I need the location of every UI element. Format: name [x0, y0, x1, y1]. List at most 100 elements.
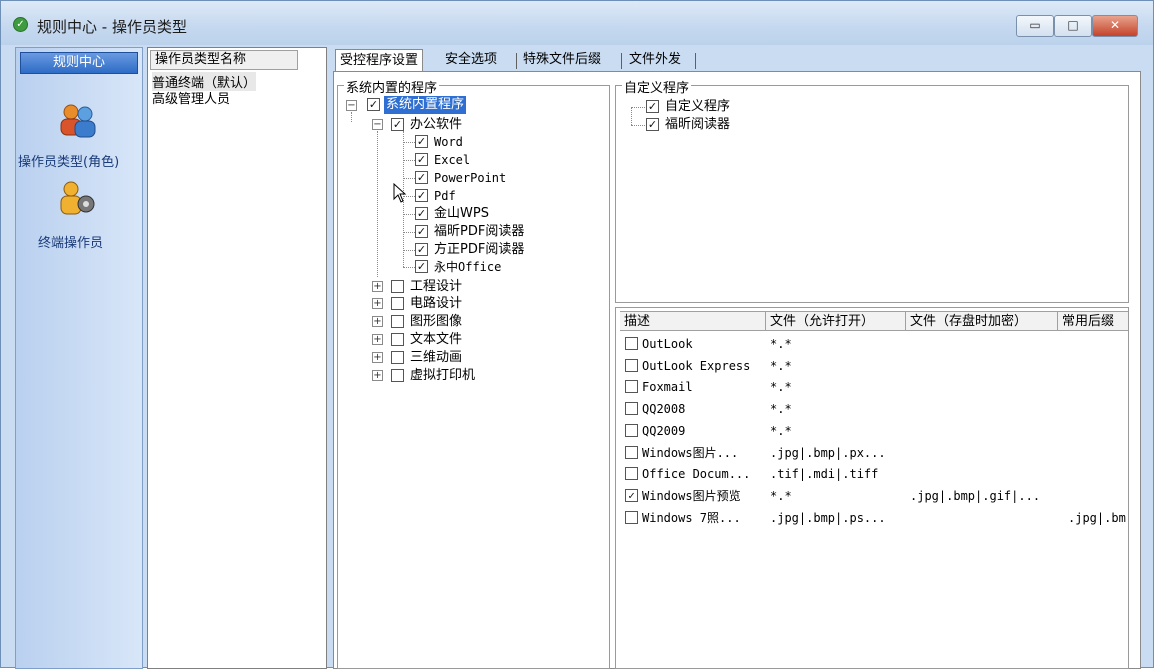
table-row[interactable]: Windows 7照... .jpg|.bmp|.ps... .jpg|.bm — [620, 508, 1128, 528]
tab-controlled-programs[interactable]: 受控程序设置 — [335, 49, 424, 73]
tree-line — [403, 160, 415, 161]
checkbox[interactable]: ✓ — [415, 135, 428, 148]
tree-node[interactable]: 图形图像 — [410, 313, 462, 331]
expand-icon[interactable]: + — [372, 352, 383, 363]
checkbox[interactable]: ✓ — [415, 243, 428, 256]
row-checkbox[interactable] — [625, 467, 638, 481]
operator-type-header[interactable]: 操作员类型名称 — [150, 50, 298, 70]
close-button[interactable]: ✕ — [1092, 15, 1138, 37]
tree-node[interactable]: 文本文件 — [410, 331, 462, 349]
table-row[interactable]: Foxmail *.* — [620, 377, 1128, 397]
checkbox[interactable]: ✓ — [415, 260, 428, 273]
table-row[interactable]: QQ2009 *.* — [620, 421, 1128, 441]
table-row[interactable]: QQ2008 *.* — [620, 399, 1128, 419]
expand-icon[interactable]: + — [372, 298, 383, 309]
nav-operator-types[interactable]: 操作员类型(角色) — [18, 151, 119, 170]
tree-node[interactable]: 三维动画 — [410, 349, 462, 367]
cell-desc: OutLook Express — [642, 358, 751, 373]
row-checkbox[interactable] — [625, 337, 638, 350]
cell-allow: .jpg|.bmp|.px... — [770, 445, 886, 460]
collapse-icon[interactable]: − — [346, 100, 357, 111]
table-row[interactable]: OutLook Express *.* — [620, 356, 1128, 376]
tree-line — [403, 142, 415, 143]
col-allow-header[interactable]: 文件（允许打开） — [766, 312, 906, 331]
tree-node[interactable]: 工程设计 — [410, 278, 462, 296]
checkbox[interactable]: ✓ — [415, 171, 428, 184]
checkbox[interactable]: ✓ — [391, 118, 404, 131]
cell-desc: QQ2008 — [642, 402, 686, 417]
tree-node[interactable]: 电路设计 — [410, 295, 462, 313]
row-checkbox[interactable] — [625, 402, 638, 416]
checkbox[interactable]: ✓ — [415, 153, 428, 166]
table-row[interactable]: OutLook *.* — [620, 334, 1128, 354]
minimize-button[interactable]: ▭ — [1016, 15, 1054, 37]
tab-security-options[interactable]: 安全选项 — [441, 49, 501, 73]
tree-leaf[interactable]: 永中Office — [434, 258, 501, 276]
tree-root-label[interactable]: 系统内置程序 — [384, 96, 467, 114]
table-row[interactable]: Office Docum... .tif|.mdi|.tiff — [620, 464, 1128, 484]
tab-special-suffix[interactable]: 特殊文件后缀 — [519, 49, 605, 73]
tree-leaf[interactable]: PowerPoint — [434, 169, 506, 187]
cell-allow: .jpg|.bmp|.ps... — [770, 510, 886, 525]
cell-allow: *.* — [770, 488, 792, 503]
tree-leaf[interactable]: 方正PDF阅读器 — [434, 241, 524, 259]
custom-root-node[interactable]: 自定义程序 — [665, 98, 730, 116]
builtin-programs-title: 系统内置的程序 — [344, 77, 440, 96]
checkbox[interactable] — [391, 315, 404, 328]
maximize-button[interactable]: □ — [1054, 15, 1092, 37]
custom-child-node[interactable]: 福昕阅读器 — [665, 116, 730, 134]
checkbox[interactable] — [391, 351, 404, 364]
tab-file-export[interactable]: 文件外发 — [625, 49, 685, 73]
users-icon[interactable] — [58, 102, 98, 140]
tree-line — [403, 214, 415, 215]
cell-desc: Windows图片... — [642, 445, 739, 460]
tree-leaf[interactable]: Excel — [434, 151, 470, 169]
app-window: ✓ 规则中心 - 操作员类型 ▭ □ ✕ 规则中心 操作员类型(角色) 终端操作 — [0, 0, 1154, 669]
checkbox[interactable]: ✓ — [646, 100, 659, 113]
row-checkbox[interactable] — [625, 423, 638, 437]
row-checkbox[interactable] — [625, 358, 638, 372]
row-checkbox[interactable] — [625, 380, 638, 394]
tab-separator — [516, 53, 517, 69]
checkbox[interactable]: ✓ — [415, 189, 428, 202]
tree-leaf[interactable]: Word — [434, 133, 463, 151]
tab-separator — [695, 53, 696, 69]
checkbox[interactable] — [391, 369, 404, 382]
tree-leaf[interactable]: 福昕PDF阅读器 — [434, 223, 524, 241]
custom-programs-title: 自定义程序 — [622, 77, 692, 96]
app-shield-icon: ✓ — [13, 17, 28, 32]
tree-node-label: 办公软件 — [410, 117, 463, 132]
row-checkbox[interactable] — [625, 445, 638, 459]
expand-icon[interactable]: + — [372, 370, 383, 381]
expand-icon[interactable]: + — [372, 281, 383, 292]
table-row[interactable]: ✓ Windows图片预览 *.* .jpg|.bmp|.gif|... — [620, 486, 1128, 506]
tree-line — [631, 107, 632, 125]
cell-suffix: .jpg|.bm — [1068, 510, 1126, 525]
tree-node[interactable]: 虚拟打印机 — [410, 367, 475, 385]
expand-icon[interactable]: + — [372, 316, 383, 327]
user-gear-icon[interactable] — [58, 180, 98, 218]
tree-line — [631, 107, 645, 108]
nav-terminal-operators[interactable]: 终端操作员 — [38, 232, 103, 251]
tree-leaf[interactable]: 金山WPS — [434, 205, 489, 223]
nav-header[interactable]: 规则中心 — [20, 52, 138, 74]
checkbox[interactable]: ✓ — [367, 98, 380, 111]
cell-desc: QQ2009 — [642, 423, 686, 438]
expand-icon[interactable]: + — [372, 334, 383, 345]
collapse-icon[interactable]: − — [372, 119, 383, 130]
row-checkbox[interactable] — [625, 510, 638, 524]
checkbox[interactable]: ✓ — [415, 207, 428, 220]
col-encrypt-header[interactable]: 文件（存盘时加密） — [906, 312, 1058, 331]
checkbox[interactable]: ✓ — [415, 225, 428, 238]
tree-leaf[interactable]: Pdf — [434, 187, 456, 205]
checkbox[interactable] — [391, 333, 404, 346]
checkbox[interactable] — [391, 297, 404, 310]
col-suffix-header[interactable]: 常用后缀 — [1058, 312, 1128, 331]
table-row[interactable]: Windows图片... .jpg|.bmp|.px... — [620, 443, 1128, 463]
list-item[interactable]: 高级管理人员 — [152, 88, 230, 107]
checkbox[interactable] — [391, 280, 404, 293]
checkbox[interactable]: ✓ — [646, 118, 659, 131]
col-desc-header[interactable]: 描述 — [620, 312, 766, 331]
row-checkbox[interactable]: ✓ — [625, 488, 638, 502]
cell-allow: *.* — [770, 337, 792, 351]
